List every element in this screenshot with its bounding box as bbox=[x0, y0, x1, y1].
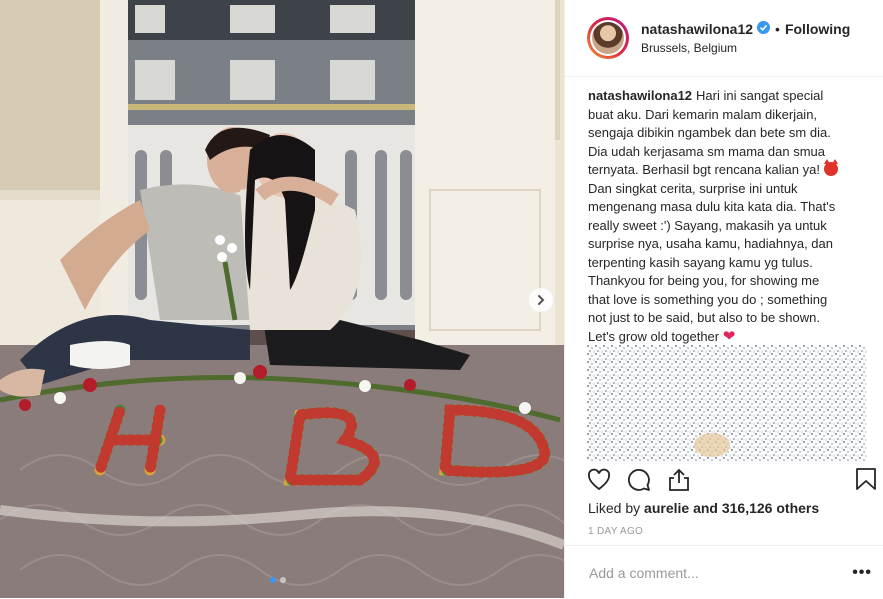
action-bar bbox=[587, 467, 877, 493]
post-photo[interactable] bbox=[0, 0, 564, 598]
caption-line: buat aku. Dari kemarin malam dikerjain, bbox=[588, 106, 818, 122]
caption-line: Dia udah kerjasama sm mama dan smua bbox=[588, 143, 825, 159]
bookmark-icon bbox=[856, 468, 876, 490]
share-button[interactable] bbox=[667, 468, 691, 492]
caption-line: surprise nya, usaha kamu, hadiahnya, dan bbox=[588, 236, 833, 251]
red-heart-emoji-icon: ❤ bbox=[722, 327, 736, 345]
caption-line: mengenang masa dulu kita kata dia. That'… bbox=[588, 199, 836, 214]
caption-username[interactable]: natashawilona12 bbox=[588, 88, 692, 103]
caption-line: terpenting kasih sayang kamu yg tulus. bbox=[588, 254, 813, 270]
likes-prefix: Liked by bbox=[588, 500, 641, 516]
location-link[interactable]: Brussels, Belgium bbox=[641, 41, 850, 55]
likes-summary: Liked by aurelie and 316,126 others bbox=[588, 500, 819, 516]
username-link[interactable]: natashawilona12 bbox=[641, 21, 753, 37]
separator-dot: • bbox=[775, 21, 780, 37]
likes-count-link[interactable]: and 316,126 others bbox=[693, 500, 819, 516]
save-button[interactable] bbox=[855, 467, 877, 496]
caption-line: that love is something you do ; somethin… bbox=[588, 291, 828, 307]
avatar-frame bbox=[590, 20, 626, 56]
post-header: natashawilona12 • Following Brussels, Be… bbox=[565, 0, 883, 77]
caption-line: sengaja dibikin ngambek dan bete sm dia. bbox=[588, 125, 831, 140]
comment-button[interactable] bbox=[627, 468, 651, 492]
header-top-row: natashawilona12 • Following bbox=[641, 21, 850, 37]
next-photo-button[interactable] bbox=[529, 288, 553, 312]
blurred-comments-overlay bbox=[587, 345, 867, 462]
chevron-right-icon bbox=[538, 295, 545, 305]
comment-bar: ••• bbox=[565, 545, 883, 599]
caption-line: really sweet :') Sayang, makasih ya untu… bbox=[588, 217, 827, 233]
carousel-dot-active bbox=[270, 577, 276, 583]
carousel-dot bbox=[280, 577, 286, 583]
caption-line: Hari ini sangat special bbox=[696, 88, 824, 103]
avatar[interactable] bbox=[587, 17, 629, 59]
avatar-image bbox=[592, 22, 624, 54]
couple-photo-illustration bbox=[0, 0, 564, 598]
caption-line: Thankyou for being you, for showing me bbox=[588, 273, 820, 288]
heart-icon bbox=[587, 468, 611, 491]
comment-input[interactable] bbox=[587, 563, 821, 582]
verified-badge-icon bbox=[757, 21, 771, 37]
devil-emoji-icon bbox=[823, 159, 838, 176]
liked-by-user-link[interactable]: aurelie bbox=[644, 500, 689, 516]
caption: natashawilona12 Hari ini sangat special b… bbox=[588, 87, 870, 346]
carousel-indicator bbox=[270, 577, 286, 583]
share-icon bbox=[669, 468, 689, 491]
post-timestamp[interactable]: 1 DAY AGO bbox=[588, 526, 643, 537]
instagram-post: natashawilona12 • Following Brussels, Be… bbox=[0, 0, 883, 598]
more-options-button[interactable]: ••• bbox=[852, 564, 872, 582]
like-button[interactable] bbox=[587, 468, 611, 492]
caption-line: ternyata. Berhasil bgt rencana kalian ya… bbox=[588, 162, 820, 177]
caption-line: not just to be said, but also to be show… bbox=[588, 310, 820, 325]
post-side-panel: natashawilona12 • Following Brussels, Be… bbox=[564, 0, 883, 598]
header-text: natashawilona12 • Following Brussels, Be… bbox=[641, 21, 850, 55]
caption-line: Dan singkat cerita, surprise ini untuk bbox=[588, 180, 798, 196]
comment-icon bbox=[628, 469, 650, 491]
caption-line: Let's grow old together bbox=[588, 328, 720, 344]
following-button[interactable]: Following bbox=[785, 21, 850, 37]
